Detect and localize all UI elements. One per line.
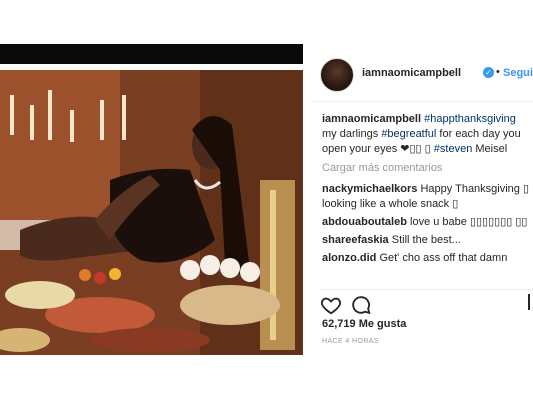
hashtag-link[interactable]: #begreatful <box>381 128 436 140</box>
caption-text: my darlings <box>322 128 379 140</box>
comments-section: iamnaomicampbell #happthanksgiving my da… <box>322 112 533 269</box>
hashtag-link[interactable]: #happthanksgiving <box>424 113 516 125</box>
caption: iamnaomicampbell #happthanksgiving my da… <box>322 112 533 157</box>
post-side-panel: iamnaomicampbell ✓ • Seguir iamnaomicamp… <box>310 46 533 366</box>
post-header: iamnaomicampbell ✓ • Seguir <box>310 46 533 102</box>
action-bar <box>320 289 533 316</box>
caption-username[interactable]: iamnaomicampbell <box>322 113 421 125</box>
comment-item: alonzo.did Get' cho ass off that damn <box>322 251 533 266</box>
hashtag-link[interactable]: #steven <box>434 143 473 155</box>
comment-text: love u babe ▯▯▯▯▯▯▯ ▯▯ <box>410 216 528 228</box>
comment-item: nackymichaelkors Happy Thanksgiving ▯ lo… <box>322 182 533 212</box>
comment-text: Get' cho ass off that damn <box>379 252 508 264</box>
caption-text: Meisel <box>475 143 508 155</box>
comment-username[interactable]: abdouaboutaleb <box>322 216 407 228</box>
header-username[interactable]: iamnaomicampbell <box>362 67 461 79</box>
likes-count[interactable]: 62,719 Me gusta <box>322 318 406 330</box>
bookmark-icon[interactable] <box>528 294 533 310</box>
comment-username[interactable]: shareefaskia <box>322 234 389 246</box>
comment-item: abdouaboutaleb love u babe ▯▯▯▯▯▯▯ ▯▯ <box>322 215 533 230</box>
comment-text: Still the best... <box>391 234 461 246</box>
verified-badge-icon: ✓ <box>483 67 494 78</box>
load-more-comments-link[interactable]: Cargar más comentarios <box>322 161 533 176</box>
comment-icon[interactable] <box>350 294 372 316</box>
heart-icon[interactable] <box>320 294 342 316</box>
post-timestamp: HACE 4 HORAS <box>322 338 379 345</box>
avatar[interactable] <box>320 58 354 92</box>
top-black-bar <box>0 44 303 64</box>
separator-dot: • <box>496 66 500 78</box>
comment-item: shareefaskia Still the best... <box>322 233 533 248</box>
post-photo[interactable] <box>0 70 303 355</box>
follow-button[interactable]: Seguir <box>503 67 533 79</box>
post-photo-illustration <box>0 70 303 355</box>
comment-username[interactable]: nackymichaelkors <box>322 183 417 195</box>
comment-username[interactable]: alonzo.did <box>322 252 376 264</box>
